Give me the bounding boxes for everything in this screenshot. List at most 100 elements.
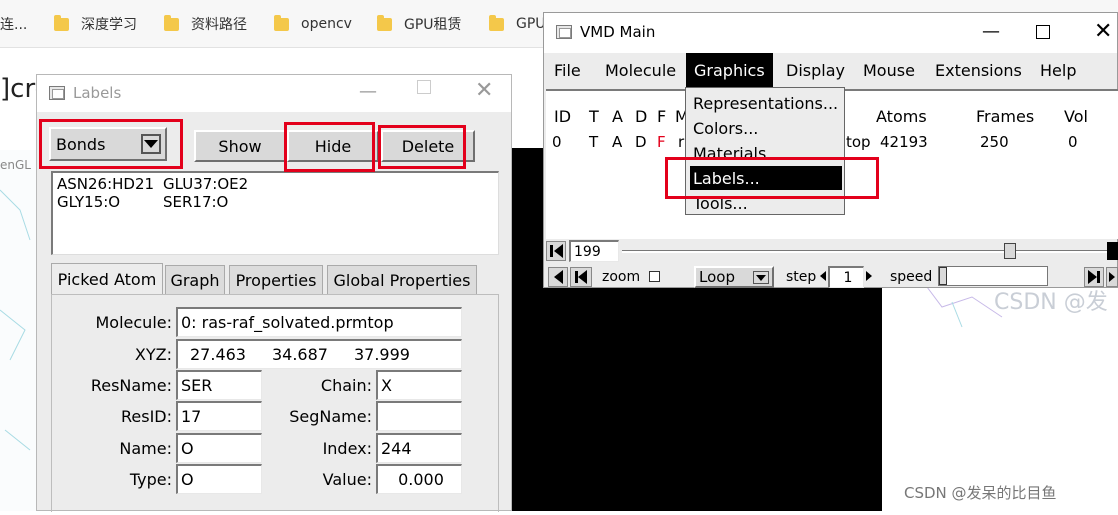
close-icon[interactable]: ✕: [1094, 19, 1112, 44]
row-frames: 250: [980, 133, 1009, 151]
resname-field[interactable]: SER: [176, 370, 262, 400]
bookmark-item[interactable]: 资料路径: [164, 12, 247, 36]
delete-button[interactable]: Delete: [381, 130, 475, 162]
col-id: ID: [554, 107, 572, 126]
play-reverse-icon: [578, 270, 587, 284]
col-frames: Frames: [976, 107, 1035, 126]
menu-molecule[interactable]: Molecule: [597, 53, 684, 87]
step-decrement-icon[interactable]: [820, 269, 826, 283]
row-fixed-flag[interactable]: F: [657, 133, 666, 151]
bookmark-label: GPU租赁: [404, 17, 462, 33]
labels-titlebar[interactable]: Labels — ✕: [37, 75, 511, 112]
col-a: A: [612, 107, 623, 126]
step-forward-button[interactable]: [1106, 267, 1118, 287]
molecule-field[interactable]: 0: ras-raf_solvated.prmtop: [176, 307, 462, 337]
type-field[interactable]: O: [176, 464, 262, 494]
index-field[interactable]: 244: [376, 433, 462, 463]
maximize-icon[interactable]: [417, 80, 431, 94]
close-icon[interactable]: ✕: [475, 78, 493, 103]
step-back-icon: [553, 270, 563, 284]
menu-display[interactable]: Display: [778, 53, 853, 87]
folder-icon: [54, 14, 69, 31]
step-input[interactable]: 1: [828, 266, 864, 288]
name-field[interactable]: O: [176, 433, 262, 463]
value-field[interactable]: 0.000: [376, 464, 462, 494]
row-active-flag[interactable]: A: [612, 133, 622, 151]
minimize-icon[interactable]: —: [982, 21, 1000, 42]
watermark-bottom: CSDN @发呆的比目鱼: [904, 484, 1057, 502]
zoom-checkbox[interactable]: [649, 271, 660, 282]
menu-extensions[interactable]: Extensions: [927, 53, 1030, 87]
play-forward-button[interactable]: [1084, 267, 1104, 287]
menu-mouse[interactable]: Mouse: [855, 53, 923, 87]
y-value: 34.687: [271, 345, 328, 364]
menu-help[interactable]: Help: [1032, 53, 1084, 87]
resid-field[interactable]: 17: [176, 401, 262, 431]
list-item[interactable]: ASN26:HD21 GLU37:OE2: [57, 175, 248, 193]
speed-label: speed: [890, 269, 933, 285]
step-back-button[interactable]: [548, 267, 568, 287]
bookmark-item[interactable]: GPU: [489, 12, 546, 36]
maximize-icon[interactable]: [1036, 25, 1050, 39]
menu-file[interactable]: File: [546, 53, 589, 87]
row-drawn-flag[interactable]: D: [635, 133, 647, 151]
play-reverse-button[interactable]: [570, 267, 592, 287]
slider-thumb[interactable]: [1004, 243, 1016, 259]
loop-select[interactable]: Loop: [694, 266, 774, 288]
resid-label: ResID:: [120, 407, 172, 426]
menu-item-tools[interactable]: Tools...: [690, 191, 842, 215]
loop-value: Loop: [699, 268, 735, 286]
bookmark-label: 连...: [0, 17, 28, 33]
goto-end-button[interactable]: [1107, 242, 1118, 260]
col-atoms: Atoms: [876, 107, 927, 126]
bookmark-label: GPU: [516, 16, 546, 32]
chain-field[interactable]: X: [376, 370, 462, 400]
atom-a: ASN26:HD21: [57, 175, 155, 193]
hide-button[interactable]: Hide: [287, 130, 379, 162]
row-id[interactable]: 0: [552, 133, 562, 151]
zoom-label: zoom: [602, 269, 641, 285]
folder-icon: [164, 14, 179, 31]
tab-global-properties[interactable]: Global Properties: [327, 265, 477, 295]
tab-properties[interactable]: Properties: [229, 265, 323, 295]
bookmark-item[interactable]: 连...: [0, 12, 27, 36]
row-top-flag[interactable]: T: [589, 133, 598, 151]
row-name-end[interactable]: top: [846, 133, 871, 151]
minimize-icon[interactable]: —: [359, 81, 377, 102]
label-category-value: Bonds: [56, 134, 106, 154]
list-item[interactable]: GLY15:O SER17:O: [57, 193, 228, 211]
picked-atom-panel: Molecule: 0: ras-raf_solvated.prmtop XYZ…: [51, 294, 499, 512]
frame-input[interactable]: 199: [569, 240, 619, 262]
side-text: enGL: [0, 158, 31, 172]
menu-item-labels[interactable]: Labels...: [690, 166, 842, 190]
menu-item-representations[interactable]: Representations...: [690, 91, 842, 115]
menu-graphics[interactable]: Graphics: [686, 53, 773, 87]
atom-a: GLY15:O: [57, 193, 121, 211]
tk-app-icon: [556, 25, 572, 39]
resname-label: ResName:: [90, 376, 172, 395]
vmd-titlebar[interactable]: VMD Main — ✕: [544, 13, 1117, 53]
type-label: Type:: [129, 470, 172, 489]
col-f: F: [657, 107, 667, 126]
segname-label: SegName:: [289, 407, 372, 426]
slider-thumb[interactable]: [939, 267, 947, 285]
menu-item-colors[interactable]: Colors...: [690, 116, 842, 140]
index-label: Index:: [322, 439, 372, 458]
goto-start-button[interactable]: [546, 241, 566, 261]
tab-picked-atom[interactable]: Picked Atom: [51, 263, 163, 295]
xyz-field[interactable]: 27.463 34.687 37.999: [176, 339, 462, 369]
step-increment-icon[interactable]: [866, 269, 872, 283]
menu-item-materials[interactable]: Materials...: [690, 141, 842, 165]
segname-field[interactable]: [376, 401, 462, 431]
tab-graph[interactable]: Graph: [165, 265, 225, 295]
bookmark-item[interactable]: 深度学习: [54, 12, 137, 36]
label-category-select[interactable]: Bonds: [49, 127, 167, 161]
bookmark-item[interactable]: GPU租赁: [377, 12, 462, 36]
label-list[interactable]: ASN26:HD21 GLU37:OE2 GLY15:O SER17:O: [51, 171, 499, 255]
watermark-top: CSDN @发: [994, 290, 1108, 315]
show-button[interactable]: Show: [194, 130, 286, 162]
speed-slider[interactable]: [938, 266, 1048, 286]
frame-slider[interactable]: [622, 243, 1112, 259]
bookmark-item[interactable]: opencv: [274, 12, 352, 36]
xyz-label: XYZ:: [134, 345, 172, 364]
